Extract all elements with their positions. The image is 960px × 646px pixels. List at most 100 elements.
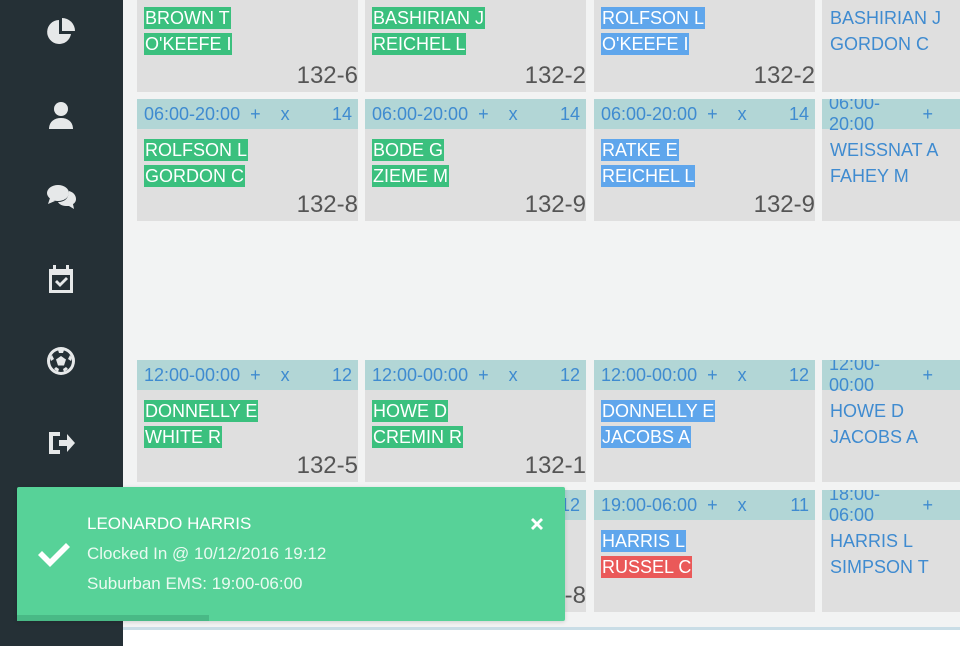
chat-icon	[47, 185, 76, 209]
crew-member[interactable]: HOWE D	[829, 398, 905, 424]
shift-card[interactable]: 18:00-06:00 + HARRIS L SIMPSON T	[822, 490, 960, 612]
crew-member[interactable]: BROWN T	[144, 5, 231, 31]
crew-member[interactable]: HOWE D	[372, 398, 448, 424]
crew-member[interactable]: O'KEEFE I	[601, 31, 690, 57]
crew-member[interactable]: DONNELLY E	[601, 398, 716, 424]
room-number: 132-9	[753, 191, 815, 218]
add-crew-button[interactable]: +	[250, 104, 261, 125]
shift-card[interactable]: BROWN T O'KEEFE I 132-6	[137, 0, 358, 92]
add-crew-button[interactable]: +	[922, 365, 933, 386]
add-crew-button[interactable]: +	[922, 495, 933, 516]
shift-header: 06:00-20:00 + x 14	[365, 99, 586, 129]
crew-member[interactable]: RUSSEL C	[601, 554, 693, 580]
crew-member[interactable]: RATKE E	[601, 137, 679, 163]
crew-member[interactable]: GORDON C	[144, 163, 245, 189]
shift-count: 12	[559, 365, 580, 385]
footer-area	[123, 630, 960, 646]
crew-member[interactable]: DONNELLY E	[144, 398, 259, 424]
room-number: -8	[564, 582, 586, 609]
nav-dashboard[interactable]	[42, 13, 80, 51]
shift-card[interactable]: 12:00-00:00 + x 12 DONNELLY E WHITE R 13…	[137, 360, 358, 482]
shift-time: 06:00-20:00	[372, 103, 469, 124]
nav-logout[interactable]	[42, 424, 80, 462]
close-notification-button[interactable]	[527, 514, 547, 534]
crew-member[interactable]: GORDON C	[829, 31, 930, 57]
shift-header: 19:00-06:00 + x 11	[594, 490, 815, 520]
crew-member[interactable]: ROLFSON L	[144, 137, 249, 163]
add-crew-button[interactable]: +	[922, 104, 933, 125]
crew-member[interactable]: CREMIN R	[372, 424, 463, 450]
shift-count: 14	[559, 104, 580, 124]
nav-profile[interactable]	[42, 96, 80, 134]
nav-schedule[interactable]	[42, 260, 80, 298]
shift-count: 14	[331, 104, 352, 124]
crew-member[interactable]: O'KEEFE I	[144, 31, 233, 57]
shift-header: 12:00-00:00 + x 12	[594, 360, 815, 390]
room-number: 132-5	[296, 452, 358, 479]
add-crew-button[interactable]: +	[707, 495, 718, 516]
crew-member[interactable]: WHITE R	[144, 424, 222, 450]
add-crew-button[interactable]: +	[478, 104, 489, 125]
shift-count: 12	[331, 365, 352, 385]
shift-card[interactable]: 12:00-00:00 + HOWE D JACOBS A	[822, 360, 960, 482]
crew-member[interactable]: FAHEY M	[829, 163, 910, 189]
add-crew-button[interactable]: +	[707, 104, 718, 125]
shift-header: 06:00-20:00 + x 14	[594, 99, 815, 129]
crew-member[interactable]: SIMPSON T	[829, 554, 930, 580]
add-crew-button[interactable]: +	[707, 365, 718, 386]
shift-header: 18:00-06:00 +	[822, 490, 960, 525]
shift-card[interactable]: BASHIRIAN J REICHEL L 132-2	[365, 0, 586, 92]
remove-shift-button[interactable]: x	[738, 104, 747, 125]
nav-messages[interactable]	[42, 178, 80, 216]
room-number: 132-2	[524, 62, 586, 89]
shift-time: 18:00-06:00	[829, 490, 881, 525]
shift-card[interactable]: 12:00-00:00 + x 12 HOWE D CREMIN R 132-1	[365, 360, 586, 482]
shift-card[interactable]: 06:00-20:00 + WEISSNAT A FAHEY M	[822, 99, 960, 221]
shift-time: 06:00-20:00	[601, 103, 698, 124]
pie-chart-icon	[47, 18, 75, 44]
shift-time: 19:00-06:00	[601, 494, 698, 515]
remove-shift-button[interactable]: x	[281, 365, 290, 386]
notification-title: LEONARDO HARRIS	[87, 514, 252, 533]
shift-card[interactable]: 06:00-20:00 + x 14 RATKE E REICHEL L 132…	[594, 99, 815, 221]
crew-member[interactable]: WEISSNAT A	[829, 137, 939, 163]
crew-member[interactable]: JACOBS A	[829, 424, 919, 450]
shift-card[interactable]: 12:00-00:00 + x 12 DONNELLY E JACOBS A	[594, 360, 815, 482]
notification-shift: Suburban EMS: 19:00-06:00	[87, 574, 303, 593]
crew-member[interactable]: JACOBS A	[601, 424, 692, 450]
user-icon	[49, 102, 73, 129]
shift-card[interactable]: BASHIRIAN J GORDON C	[822, 0, 960, 92]
shift-count: 12	[788, 365, 809, 385]
crew-member[interactable]: HARRIS L	[829, 528, 914, 554]
crew-member[interactable]: BASHIRIAN J	[372, 5, 486, 31]
remove-shift-button[interactable]: x	[281, 104, 290, 125]
remove-shift-button[interactable]: x	[738, 495, 747, 516]
calendar-check-icon	[49, 265, 73, 293]
crew-member[interactable]: BASHIRIAN J	[829, 5, 942, 31]
shift-header: 06:00-20:00 +	[822, 99, 960, 134]
shift-card[interactable]: 06:00-20:00 + x 14 BODE G ZIEME M 132-9	[365, 99, 586, 221]
crew-member[interactable]: REICHEL L	[372, 31, 467, 57]
crew-member[interactable]: ZIEME M	[372, 163, 449, 189]
shift-card[interactable]: 06:00-20:00 + x 14 ROLFSON L GORDON C 13…	[137, 99, 358, 221]
shift-card[interactable]: ROLFSON L O'KEEFE I 132-2	[594, 0, 815, 92]
crew-member[interactable]: REICHEL L	[601, 163, 696, 189]
shift-card[interactable]: 19:00-06:00 + x 11 HARRIS L RUSSEL C	[594, 490, 815, 612]
remove-shift-button[interactable]: x	[509, 365, 518, 386]
sign-out-icon	[49, 432, 75, 454]
remove-shift-button[interactable]: x	[738, 365, 747, 386]
room-number: 132-1	[524, 452, 586, 479]
crew-member[interactable]: HARRIS L	[601, 528, 687, 554]
crew-member[interactable]: BODE G	[372, 137, 445, 163]
soccer-ball-icon	[47, 347, 75, 375]
notification-progress-bar	[17, 615, 209, 621]
shift-count: 14	[788, 104, 809, 124]
add-crew-button[interactable]: +	[478, 365, 489, 386]
remove-shift-button[interactable]: x	[509, 104, 518, 125]
add-crew-button[interactable]: +	[250, 365, 261, 386]
nav-activities[interactable]	[42, 342, 80, 380]
clock-in-notification[interactable]: LEONARDO HARRIS Clocked In @ 10/12/2016 …	[17, 487, 565, 621]
check-icon	[35, 535, 73, 573]
crew-member[interactable]: ROLFSON L	[601, 5, 706, 31]
shift-time: 06:00-20:00	[144, 103, 241, 124]
